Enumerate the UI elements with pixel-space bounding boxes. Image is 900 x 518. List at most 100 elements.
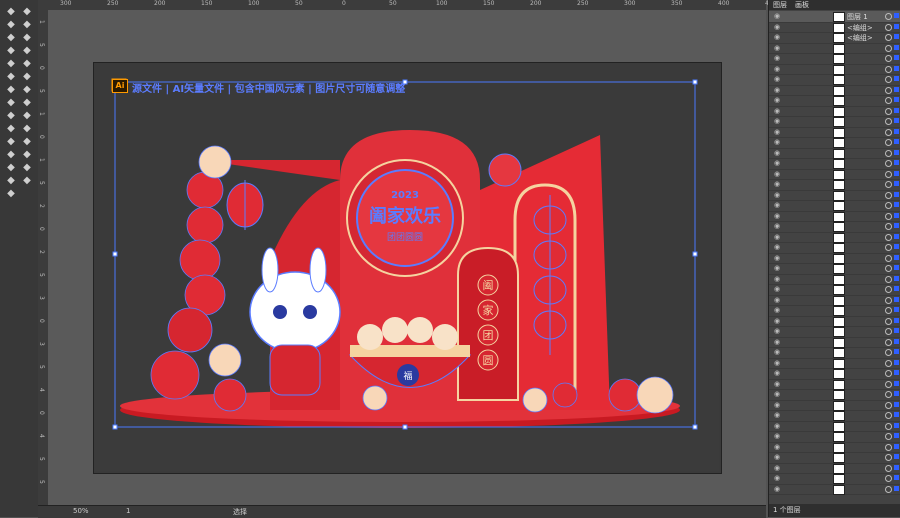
layer-selection-indicator[interactable] (894, 349, 899, 354)
layer-selection-indicator[interactable] (894, 412, 899, 417)
layer-target-icon[interactable] (885, 422, 892, 430)
layer-selection-indicator[interactable] (894, 139, 899, 144)
layer-target-icon[interactable] (885, 454, 892, 461)
selection-handle[interactable] (402, 424, 408, 430)
layer-target-icon[interactable] (885, 485, 892, 493)
layer-selection-indicator[interactable] (894, 55, 899, 60)
layer-target-icon[interactable] (885, 65, 892, 73)
tab-artboards[interactable]: 画板 (795, 0, 809, 10)
layer-selection-indicator[interactable] (894, 433, 899, 438)
layer-selection-indicator[interactable] (894, 275, 899, 281)
layer-target-icon[interactable] (885, 433, 892, 440)
visibility-eye-icon[interactable]: ◉ (774, 485, 782, 493)
visibility-eye-icon[interactable]: ◉ (774, 149, 782, 157)
layer-target-icon[interactable] (885, 97, 892, 104)
layer-target-icon[interactable] (885, 55, 892, 62)
selection-handle[interactable] (692, 251, 698, 257)
layer-target-icon[interactable] (885, 307, 892, 314)
layer-target-icon[interactable] (885, 244, 892, 251)
selection-handle[interactable] (112, 251, 118, 257)
layer-selection-indicator[interactable] (894, 359, 899, 365)
layer-target-icon[interactable] (885, 443, 892, 451)
layer-target-icon[interactable] (885, 76, 892, 83)
layer-selection-indicator[interactable] (894, 202, 899, 207)
layer-selection-indicator[interactable] (894, 223, 899, 228)
visibility-eye-icon[interactable]: ◉ (774, 369, 782, 377)
layer-selection-indicator[interactable] (894, 454, 899, 459)
selection-handle[interactable] (692, 424, 698, 430)
layer-selection-indicator[interactable] (894, 191, 899, 197)
visibility-eye-icon[interactable]: ◉ (774, 233, 782, 241)
layer-selection-indicator[interactable] (894, 286, 899, 291)
layer-selection-indicator[interactable] (894, 475, 899, 480)
layer-selection-indicator[interactable] (894, 212, 899, 218)
visibility-eye-icon[interactable]: ◉ (774, 317, 782, 325)
layer-selection-indicator[interactable] (894, 244, 899, 249)
visibility-eye-icon[interactable]: ◉ (774, 432, 782, 440)
layer-target-icon[interactable] (885, 13, 892, 20)
layer-selection-indicator[interactable] (894, 464, 899, 470)
layer-selection-indicator[interactable] (894, 401, 899, 407)
layer-selection-indicator[interactable] (894, 76, 899, 81)
visibility-eye-icon[interactable]: ◉ (774, 474, 782, 482)
layer-selection-indicator[interactable] (894, 23, 899, 29)
layer-selection-indicator[interactable] (894, 149, 899, 155)
visibility-eye-icon[interactable]: ◉ (774, 201, 782, 209)
visibility-eye-icon[interactable]: ◉ (774, 86, 782, 94)
layer-selection-indicator[interactable] (894, 391, 899, 396)
layer-target-icon[interactable] (885, 296, 892, 304)
layer-target-icon[interactable] (885, 380, 892, 388)
layer-selection-indicator[interactable] (894, 128, 899, 134)
visibility-eye-icon[interactable]: ◉ (774, 306, 782, 314)
layer-selection-indicator[interactable] (894, 317, 899, 323)
tab-layers[interactable]: 图层 (773, 0, 787, 10)
layer-selection-indicator[interactable] (894, 422, 899, 428)
layer-selection-indicator[interactable] (894, 86, 899, 92)
layer-target-icon[interactable] (885, 118, 892, 125)
layer-selection-indicator[interactable] (894, 328, 899, 333)
visibility-eye-icon[interactable]: ◉ (774, 128, 782, 136)
visibility-eye-icon[interactable]: ◉ (774, 390, 782, 398)
layer-selection-indicator[interactable] (894, 380, 899, 386)
page-number[interactable]: 1 (126, 507, 130, 515)
layer-selection-indicator[interactable] (894, 44, 899, 50)
visibility-eye-icon[interactable]: ◉ (774, 359, 782, 367)
layer-target-icon[interactable] (885, 338, 892, 346)
visibility-eye-icon[interactable]: ◉ (774, 348, 782, 356)
visibility-eye-icon[interactable]: ◉ (774, 338, 782, 346)
layer-target-icon[interactable] (885, 233, 892, 241)
layer-target-icon[interactable] (885, 401, 892, 409)
layer-target-icon[interactable] (885, 181, 892, 188)
layer-selection-indicator[interactable] (894, 443, 899, 449)
visibility-eye-icon[interactable]: ◉ (774, 159, 782, 167)
layer-target-icon[interactable] (885, 139, 892, 146)
visibility-eye-icon[interactable]: ◉ (774, 117, 782, 125)
layer-target-icon[interactable] (885, 275, 892, 283)
visibility-eye-icon[interactable]: ◉ (774, 243, 782, 251)
layer-target-icon[interactable] (885, 265, 892, 272)
layer-selection-indicator[interactable] (894, 370, 899, 375)
layer-target-icon[interactable] (885, 128, 892, 136)
layer-selection-indicator[interactable] (894, 233, 899, 239)
layer-target-icon[interactable] (885, 34, 892, 41)
visibility-eye-icon[interactable]: ◉ (774, 464, 782, 472)
layer-selection-indicator[interactable] (894, 296, 899, 302)
layer-selection-indicator[interactable] (894, 181, 899, 186)
visibility-eye-icon[interactable]: ◉ (774, 12, 782, 20)
layer-target-icon[interactable] (885, 149, 892, 157)
visibility-eye-icon[interactable]: ◉ (774, 380, 782, 388)
visibility-eye-icon[interactable]: ◉ (774, 138, 782, 146)
layer-target-icon[interactable] (885, 286, 892, 293)
layer-selection-indicator[interactable] (894, 170, 899, 176)
visibility-eye-icon[interactable]: ◉ (774, 401, 782, 409)
layer-target-icon[interactable] (885, 254, 892, 262)
layer-target-icon[interactable] (885, 475, 892, 482)
layer-selection-indicator[interactable] (894, 338, 899, 344)
visibility-eye-icon[interactable]: ◉ (774, 327, 782, 335)
selection-handle[interactable] (692, 79, 698, 85)
layer-target-icon[interactable] (885, 359, 892, 367)
visibility-eye-icon[interactable]: ◉ (774, 107, 782, 115)
layer-selection-indicator[interactable] (894, 34, 899, 39)
visibility-eye-icon[interactable]: ◉ (774, 422, 782, 430)
layer-target-icon[interactable] (885, 191, 892, 199)
